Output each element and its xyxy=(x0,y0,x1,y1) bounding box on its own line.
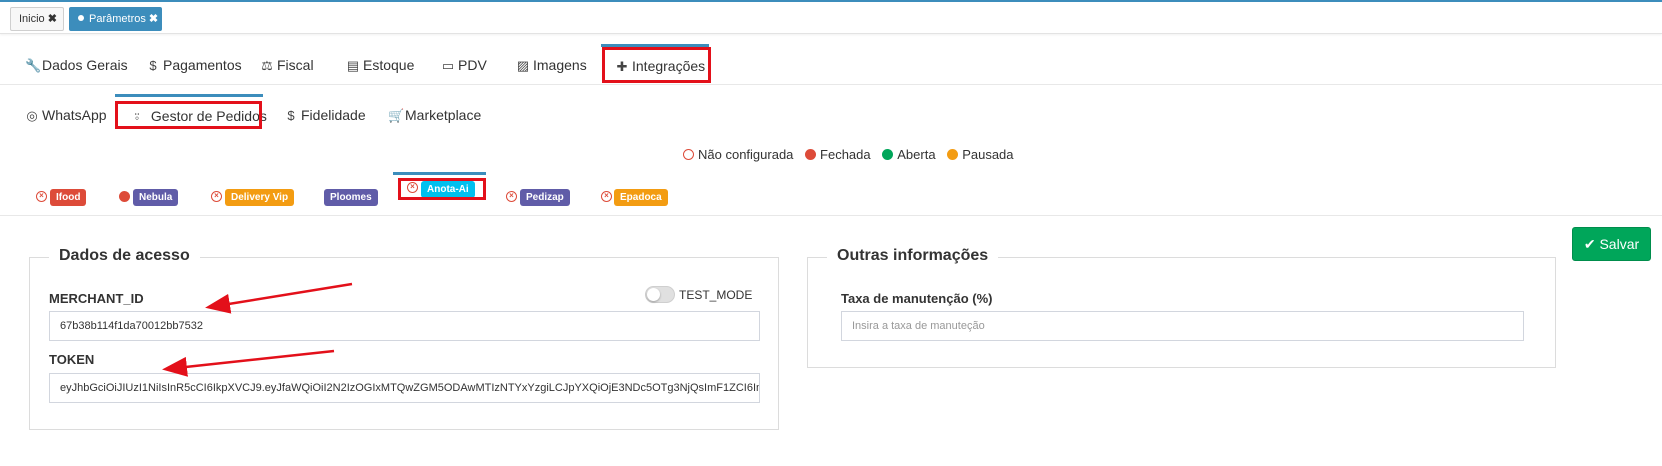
arrow-merchant-id xyxy=(205,282,353,314)
annotation-arrows xyxy=(162,282,353,377)
arrow-token xyxy=(162,349,335,377)
